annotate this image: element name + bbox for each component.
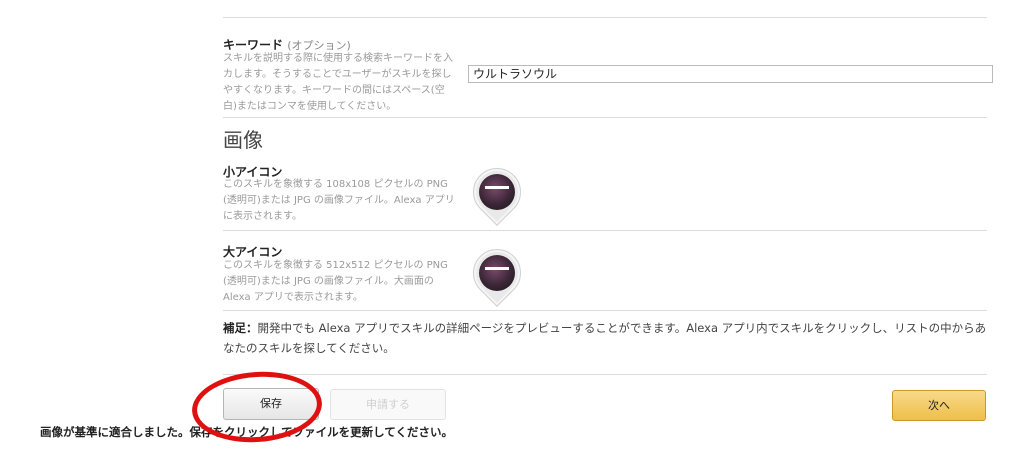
keyword-description: スキルを説明する際に使用する検索キーワードを入 カします。そうすることでユーザー…	[223, 53, 453, 112]
small-icon-description: このスキルを象徴する 108x108 ピクセルの PNG (透明可)または JP…	[223, 179, 455, 222]
small-icon-divider	[223, 230, 987, 231]
status-message: 画像が基準に適合しました。保存をクリックしてファイルを更新してください。	[40, 425, 453, 439]
note-label: 補足：	[223, 321, 258, 335]
top-divider	[223, 17, 987, 18]
large-icon-divider	[223, 310, 987, 311]
small-icon-face-icon	[479, 174, 515, 210]
note-text: 開発中でも Alexa アプリでスキルの詳細ページをプレビューすることができます…	[223, 321, 987, 355]
footer-divider	[223, 374, 987, 375]
apply-button[interactable]: 申請する	[330, 389, 446, 420]
large-icon-image[interactable]	[463, 239, 531, 307]
keyword-title: キーワード	[223, 38, 284, 52]
large-icon-description: このスキルを象徴する 512x512 ピクセルの PNG (透明可)または JP…	[223, 260, 448, 303]
next-button[interactable]: 次へ	[892, 390, 986, 421]
small-icon-image[interactable]	[463, 158, 531, 226]
keyword-divider	[223, 117, 987, 118]
keyword-input[interactable]	[468, 65, 993, 83]
large-icon-face-icon	[479, 255, 515, 291]
preview-note: 補足：開発中でも Alexa アプリでスキルの詳細ページをプレビューすることがで…	[223, 318, 993, 358]
save-button[interactable]: 保存	[223, 388, 319, 420]
images-heading: 画像	[223, 128, 263, 152]
